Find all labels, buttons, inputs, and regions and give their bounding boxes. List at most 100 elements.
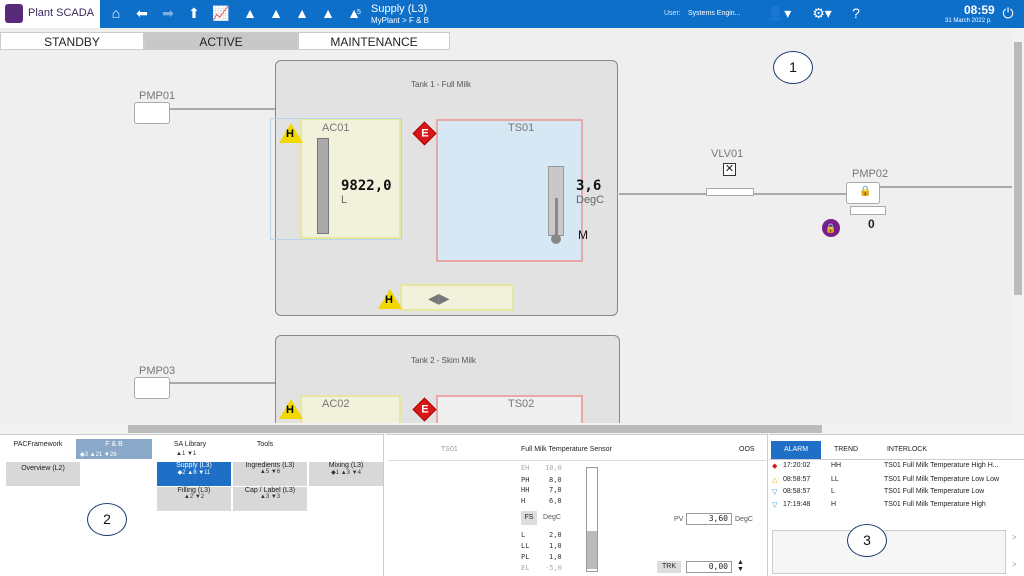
fs-button[interactable]: FS (521, 511, 537, 525)
pmp01-tag: PMP01 (139, 90, 176, 102)
alarm-level: H (831, 501, 837, 508)
pmp03-pump-icon[interactable] (134, 377, 170, 399)
tab-trend[interactable]: TREND (822, 441, 870, 459)
callout-1: 1 (773, 51, 813, 84)
callout-2: 2 (87, 503, 127, 536)
trk-stepper-icon[interactable]: ▲ ▼ (737, 559, 744, 573)
alarm-text: TS01 Full Milk Temperature Low (884, 488, 985, 495)
settings-gear-icon[interactable]: ⚙▾ (808, 5, 836, 21)
nav-pacframework[interactable]: PACFramework (6, 441, 70, 448)
limit-label: PH (521, 476, 530, 484)
tab-interlock[interactable]: INTERLOCK (872, 441, 942, 459)
alarm-level: LL (831, 476, 839, 483)
ts01-unit: DegC (576, 194, 605, 206)
nav-ingredients[interactable]: Ingredients (L3) ▲5 ▼6 (233, 462, 307, 486)
nav-sa-library[interactable]: SA Library (160, 441, 220, 448)
back-icon[interactable]: ⬅ (134, 5, 150, 21)
page-title: Supply (L3) (371, 3, 428, 15)
nav-cap-label[interactable]: Cap / Label (L3) ▲3 ▼3 (233, 487, 307, 511)
pipe (170, 382, 276, 384)
alarm-level: HH (831, 462, 842, 469)
pv-value: 3,60 (686, 513, 732, 525)
lock-icon: 🔒 (859, 186, 872, 197)
trk-button[interactable]: TRK (657, 561, 681, 573)
limit-value: 10,0 (545, 464, 562, 472)
ac02-tag: AC02 (322, 398, 350, 410)
help-icon[interactable]: ? (848, 5, 864, 21)
thermometer-bulb-icon (551, 234, 561, 244)
alarm-row[interactable]: ◆ 17:20:02 HH TS01 Full Milk Temperature… (770, 462, 1018, 474)
alarm-time: 17:20:02 (783, 462, 811, 469)
next-arrow-icon[interactable]: > (1012, 560, 1017, 569)
alarm-text: TS01 Full Milk Temperature High H... (884, 462, 999, 469)
tank-1-title: Tank 1 - Full Milk (411, 80, 472, 89)
nav-filling[interactable]: Filling (L3) ▲2 ▼2 (157, 487, 231, 511)
limit-value: 1,0 (549, 542, 562, 550)
alarm-count: 5 (357, 9, 361, 16)
vertical-scroll-thumb[interactable] (1014, 42, 1022, 295)
nav-tools[interactable]: Tools (228, 441, 302, 448)
nav-mixing[interactable]: Mixing (L3) ◆1 ▲3 ▼4 (309, 462, 383, 486)
alarm-shelve-icon[interactable]: ▲ (320, 5, 336, 21)
mixer-faceplate[interactable] (400, 284, 514, 311)
ac01-tag: AC01 (322, 122, 350, 134)
pmp02-tag: PMP02 (852, 168, 889, 180)
app-logo[interactable]: Plant SCADA (0, 0, 101, 28)
user-menu-icon[interactable]: 👤▾ (766, 5, 792, 21)
tab-alarm[interactable]: ALARM (771, 441, 821, 459)
up-icon[interactable]: ⬆ (186, 5, 202, 21)
alarm-severity-icon: ▽ (772, 489, 778, 496)
alarm-severity-icon: △ (772, 477, 778, 484)
tab-active[interactable]: ACTIVE (144, 32, 298, 50)
date: 31 March 2022 р. (945, 18, 992, 24)
alarm-disable-icon[interactable]: ▲ (294, 5, 310, 21)
pipe (170, 108, 276, 110)
ac01-level-bar (317, 138, 329, 234)
top-bar (0, 0, 1024, 28)
breadcrumb: MyPlant > F & B (371, 16, 430, 25)
mixer-agitator-icon: ◀▶ (428, 290, 450, 306)
limit-label: HH (521, 486, 530, 494)
app-name: Plant SCADA (28, 7, 95, 19)
alarm-row[interactable]: △ 08:58:57 LL TS01 Full Milk Temperature… (770, 476, 1018, 488)
ts01-tag: TS01 (508, 122, 535, 134)
alarm-row[interactable]: ▽ 17:19:48 H TS01 Full Milk Temperature … (770, 501, 1018, 513)
horizontal-scroll-thumb[interactable] (128, 425, 822, 433)
limit-label: PL (521, 553, 530, 561)
thermometer-stem (555, 198, 558, 238)
ac02-faceplate[interactable] (300, 395, 401, 423)
process-canvas: Tank 1 - Full Milk AC01 9822,0 L H TS01 … (0, 28, 1012, 423)
pv-unit: DegC (735, 516, 753, 523)
interlock-lock-icon[interactable]: 🔒 (822, 219, 840, 237)
power-icon[interactable]: ⏻ (1000, 5, 1016, 21)
user-label: User: (664, 10, 681, 17)
nav-supply[interactable]: Supply (L3) ◆2 ▲8 ▼11 (157, 462, 231, 486)
forward-icon[interactable]: ➡ (160, 5, 176, 21)
alarm-severity-icon: ▽ (772, 502, 778, 509)
ac01-value: 9822,0 (341, 178, 392, 194)
pmp01-pump-icon[interactable] (134, 102, 170, 124)
plant-scada-logo-icon (5, 4, 23, 23)
limit-label: H (521, 497, 526, 505)
pmp03-tag: PMP03 (139, 365, 176, 377)
detail-tag: TS01 (441, 446, 458, 453)
high-alarm-badge-icon: H (279, 123, 303, 143)
nav-overview[interactable]: Overview (L2) (6, 462, 80, 486)
next-arrow-icon[interactable]: > (1012, 533, 1017, 542)
alarm-ack-icon[interactable]: ▲ (268, 5, 284, 21)
alarm-time: 08:58:57 (783, 476, 811, 483)
trend-icon[interactable]: 📈 (212, 5, 229, 21)
trk-input[interactable]: 0,00 (686, 561, 732, 573)
limit-value: -5,0 (545, 564, 562, 572)
ts02-tag: TS02 (508, 398, 535, 410)
vlv01-valve-icon[interactable]: ✕ (723, 163, 736, 176)
tab-maintenance[interactable]: MAINTENANCE (298, 32, 450, 50)
alarm-row[interactable]: ▽ 08:58:57 L TS01 Full Milk Temperature … (770, 488, 1018, 500)
tab-standby[interactable]: STANDBY (0, 32, 144, 50)
home-icon[interactable]: ⌂ (108, 5, 124, 21)
pmp02-speed-bar (850, 206, 886, 215)
alarm-severity-icon: ◆ (772, 463, 778, 470)
detail-description: Full Milk Temperature Sensor (521, 446, 612, 453)
alarm-time: 17:19:48 (783, 501, 811, 508)
alarm-icon[interactable]: ▲ (242, 5, 258, 21)
